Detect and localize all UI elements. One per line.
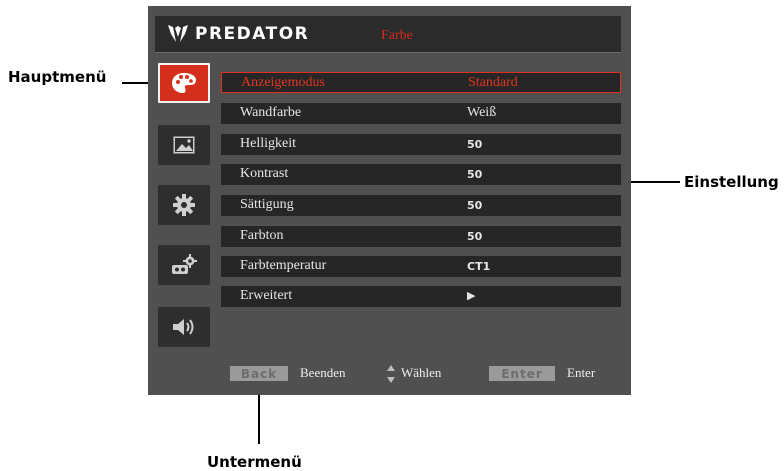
brand-logo: PREDATOR <box>167 24 309 44</box>
row-label: Farbtemperatur <box>240 258 327 273</box>
row-label: Anzeigemodus <box>241 75 325 90</box>
osd-header: PREDATOR Farbe <box>155 16 621 53</box>
back-label: Beenden <box>300 365 346 380</box>
submenu-arrow-icon: ▶ <box>467 290 476 302</box>
callout-setting: Einstellung <box>684 173 779 191</box>
management-icon <box>172 254 197 274</box>
menu-title: Farbe <box>381 28 413 43</box>
row-label: Erweitert <box>240 288 293 303</box>
enter-label: Enter <box>567 365 596 380</box>
speaker-icon <box>173 319 194 335</box>
menu-row-brightness[interactable]: Helligkeit 50 <box>221 134 621 155</box>
sidebar-item-color[interactable] <box>158 63 210 103</box>
brand-name: PREDATOR <box>195 24 310 44</box>
row-label: Farbton <box>240 228 284 243</box>
menu-row-saturation[interactable]: Sättigung 50 <box>221 195 621 216</box>
row-value: 50 <box>467 230 483 243</box>
sidebar-item-settings[interactable] <box>158 185 210 225</box>
row-value: CT1 <box>467 260 491 273</box>
row-value: Standard <box>468 75 518 90</box>
enter-key[interactable]: Enter <box>489 366 555 381</box>
row-value: Weiß <box>467 105 497 120</box>
row-label: Helligkeit <box>240 136 296 151</box>
gear-icon <box>173 194 195 216</box>
menu-row-wall-color[interactable]: Wandfarbe Weiß <box>221 103 621 124</box>
row-value: 50 <box>467 199 483 212</box>
select-label: Wählen <box>401 365 442 380</box>
row-label: Kontrast <box>240 166 289 181</box>
sidebar-item-image[interactable] <box>158 125 210 165</box>
up-down-arrow-icon <box>387 365 395 383</box>
callout-submenu: Untermenü <box>207 453 302 471</box>
image-icon <box>173 136 195 154</box>
menu-row-color-temperature[interactable]: Farbtemperatur CT1 <box>221 256 621 277</box>
callout-main-menu: Hauptmenü <box>8 68 107 86</box>
sidebar-item-audio[interactable] <box>158 307 210 347</box>
menu-row-advanced[interactable]: Erweitert ▶ <box>221 286 621 307</box>
row-label: Wandfarbe <box>240 105 302 120</box>
menu-row-display-mode[interactable]: Anzeigemodus Standard <box>221 72 621 93</box>
menu-row-contrast[interactable]: Kontrast 50 <box>221 164 621 185</box>
row-label: Sättigung <box>240 197 294 212</box>
predator-logo-icon <box>168 25 188 42</box>
palette-icon <box>172 73 196 93</box>
back-key[interactable]: Back <box>230 366 288 381</box>
sidebar-item-management[interactable] <box>158 245 210 285</box>
row-value: 50 <box>467 168 483 181</box>
menu-row-hue[interactable]: Farbton 50 <box>221 226 621 247</box>
row-value: 50 <box>467 138 483 151</box>
